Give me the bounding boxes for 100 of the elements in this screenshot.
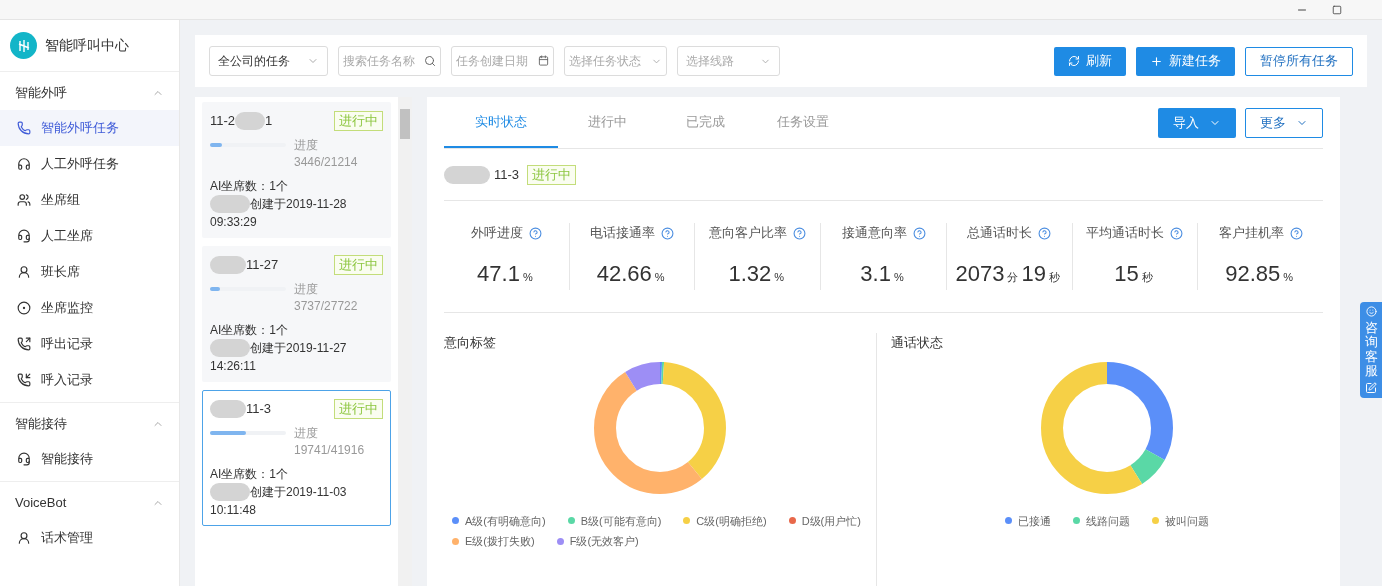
chart-title: 通话状态 bbox=[891, 334, 944, 352]
redacted-blur bbox=[210, 339, 250, 357]
search-icon bbox=[424, 55, 436, 67]
stat-value: 15 秒 bbox=[1114, 259, 1154, 288]
more-button[interactable]: 更多 bbox=[1245, 107, 1323, 138]
progress-label: 进度 bbox=[294, 137, 319, 154]
redacted-blur bbox=[210, 483, 250, 501]
ai-agents-count: AI坐席数：1个 bbox=[210, 178, 289, 195]
stat-label: 接通意向率 bbox=[841, 224, 907, 243]
stat-value: 2073 分 19 秒 bbox=[955, 259, 1061, 288]
stat-label: 电话接通率 bbox=[590, 224, 656, 243]
scrollbar[interactable] bbox=[398, 97, 412, 586]
legend-label: 线路问题 bbox=[1086, 513, 1130, 529]
date-field[interactable]: 任务创建日期 bbox=[451, 46, 554, 76]
legend-label: 已接通 bbox=[1018, 513, 1051, 529]
redacted-blur bbox=[210, 256, 246, 274]
help-icon[interactable] bbox=[793, 226, 807, 240]
scope-select[interactable]: 全公司的任务 bbox=[209, 46, 328, 76]
sidebar-item[interactable]: 人工坐席 bbox=[0, 218, 179, 254]
headphones-icon bbox=[17, 157, 31, 171]
refresh-icon bbox=[1068, 55, 1080, 67]
detail-tab[interactable]: 实时状态 bbox=[444, 97, 558, 148]
chart-title: 意向标签 bbox=[444, 334, 497, 352]
help-icon[interactable] bbox=[1038, 226, 1052, 240]
legend-label: E级(拨打失败) bbox=[465, 534, 535, 549]
progress-count: 3737/27722 bbox=[294, 298, 358, 315]
task-title: 11-3 bbox=[246, 400, 272, 419]
plus-icon bbox=[1150, 54, 1163, 68]
help-icon[interactable] bbox=[1289, 226, 1303, 240]
legend-label: B级(可能有意向) bbox=[580, 513, 662, 529]
stat-value: 3.1% bbox=[860, 259, 905, 288]
task-title: 11-27 bbox=[246, 256, 279, 275]
task-name: 11-3 bbox=[494, 165, 520, 184]
legend-label: 被叫问题 bbox=[1165, 513, 1209, 529]
smile-icon bbox=[1365, 306, 1377, 317]
task-card[interactable]: 11-27 进行中 进度 3737/27722 AI坐席数：1个 创建于2019-11-27 14:26:11 bbox=[202, 246, 391, 382]
sidebar-group-header[interactable]: 智能外呼 bbox=[0, 76, 179, 110]
stat-value: 47.1% bbox=[477, 259, 534, 288]
created-time: 10:11:48 bbox=[210, 502, 257, 519]
ai-agents-count: AI坐席数：1个 bbox=[210, 466, 289, 483]
sidebar-item[interactable]: 话术管理 bbox=[0, 520, 179, 556]
app-title: 智能呼叫中心 bbox=[45, 36, 129, 55]
sidebar-item[interactable]: 呼入记录 bbox=[0, 362, 179, 398]
progress-label: 进度 bbox=[294, 425, 319, 442]
headset-icon bbox=[17, 452, 31, 466]
sidebar-item[interactable]: 智能接待 bbox=[0, 441, 179, 477]
sidebar-item[interactable]: 坐席监控 bbox=[0, 290, 179, 326]
users-icon bbox=[17, 193, 31, 207]
pause-all-button[interactable]: 暂停所有任务 bbox=[1245, 46, 1353, 76]
stat-label: 意向客户比率 bbox=[709, 224, 788, 243]
search-field[interactable]: 搜索任务名称 bbox=[338, 46, 441, 76]
sidebar-group-header[interactable]: VoiceBot bbox=[0, 486, 179, 520]
created-time: 09:33:29 bbox=[210, 214, 258, 231]
ai-agents-count: AI坐席数：1个 bbox=[210, 322, 289, 339]
status-tag: 进行中 bbox=[334, 255, 383, 275]
phone-icon bbox=[17, 121, 31, 135]
sidebar-item[interactable]: 智能外呼任务 bbox=[0, 110, 179, 146]
help-icon[interactable] bbox=[661, 226, 675, 240]
target-icon bbox=[17, 301, 31, 315]
incoming-call-icon bbox=[17, 373, 31, 387]
legend-label: F级(无效客户) bbox=[569, 534, 639, 549]
progress-count: 3446/21214 bbox=[294, 154, 358, 171]
sidebar-item[interactable]: 坐席组 bbox=[0, 182, 179, 218]
stat-value: 92.85% bbox=[1225, 259, 1295, 288]
task-title: 11-2 bbox=[210, 112, 236, 131]
created-time: 14:26:11 bbox=[210, 358, 257, 375]
maximize-icon[interactable] bbox=[1332, 4, 1342, 15]
stat-label: 客户挂机率 bbox=[1218, 224, 1284, 243]
headset-icon bbox=[17, 229, 31, 243]
user-icon bbox=[17, 265, 31, 279]
task-card[interactable]: 11-3 进行中 进度 19741/41916 AI坐席数：1个 创建于2019-11-03 10:11:48 bbox=[202, 390, 391, 526]
legend-label: C级(明确拒绝) bbox=[696, 513, 767, 529]
sidebar-group-header[interactable]: 智能接待 bbox=[0, 407, 179, 441]
status-tag: 进行中 bbox=[527, 164, 577, 185]
task-title-suffix: 1 bbox=[265, 112, 273, 131]
progress-count: 19741/41916 bbox=[294, 442, 365, 459]
sidebar-item[interactable]: 班长席 bbox=[0, 254, 179, 290]
status-tag: 进行中 bbox=[334, 399, 383, 419]
import-button[interactable]: 导入 bbox=[1158, 107, 1236, 138]
stat-label: 平均通话时长 bbox=[1086, 224, 1165, 243]
task-card[interactable]: 11-2 1 进行中 进度 3446/21214 AI坐席数：1个 创建于2019-11-28 09:33:29 bbox=[202, 102, 391, 238]
help-icon[interactable] bbox=[528, 226, 542, 240]
logo-icon bbox=[10, 32, 37, 59]
progress-label: 进度 bbox=[294, 281, 319, 298]
new-task-button[interactable]: 新建任务 bbox=[1136, 46, 1235, 76]
created-date: 创建于2019-11-03 bbox=[250, 484, 347, 501]
legend-label: D级(用户忙) bbox=[801, 513, 861, 529]
created-date: 创建于2019-11-27 bbox=[250, 340, 347, 357]
redacted-blur bbox=[235, 112, 266, 130]
user-icon bbox=[17, 531, 31, 545]
created-date: 创建于2019-11-28 bbox=[250, 196, 347, 213]
stat-label: 外呼进度 bbox=[470, 224, 523, 243]
help-icon[interactable] bbox=[912, 226, 926, 240]
redacted-blur bbox=[210, 400, 246, 418]
status-tag: 进行中 bbox=[334, 111, 383, 131]
edit-icon bbox=[1365, 382, 1377, 395]
refresh-button[interactable]: 刷新 bbox=[1054, 46, 1126, 76]
help-icon[interactable] bbox=[1170, 226, 1184, 240]
sidebar-item[interactable]: 呼出记录 bbox=[0, 326, 179, 362]
sidebar-item[interactable]: 人工外呼任务 bbox=[0, 146, 179, 182]
